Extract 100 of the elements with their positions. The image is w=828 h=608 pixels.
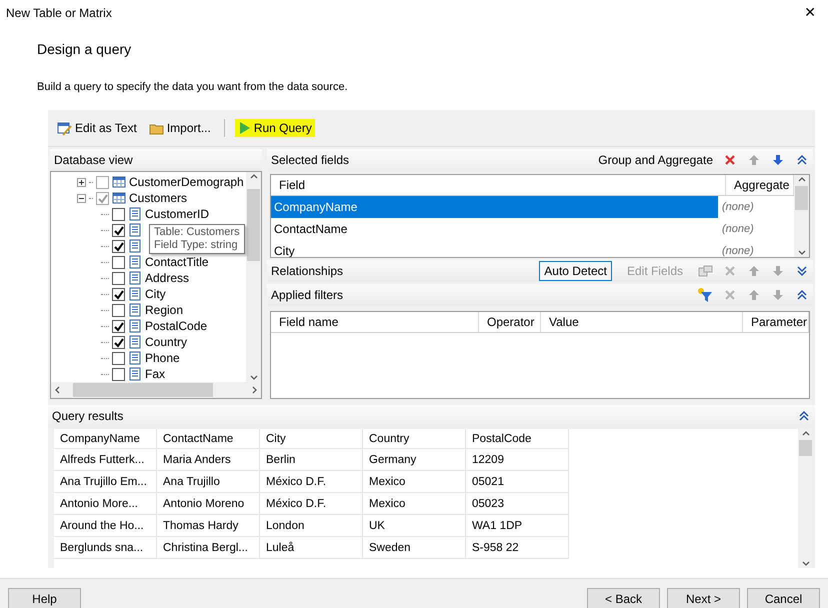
column-header[interactable]: Country — [363, 429, 466, 449]
group-aggregate-label[interactable]: Group and Aggregate — [598, 153, 713, 167]
table-cell: Berlin — [260, 449, 363, 471]
tree-item[interactable]: CustomerID — [145, 207, 210, 221]
field-icon — [128, 351, 142, 365]
checkbox[interactable] — [112, 224, 125, 236]
nav-button[interactable]: < Back — [587, 588, 660, 608]
tree-item[interactable]: Phone — [145, 351, 180, 365]
table-cell: Antonio Moreno — [157, 493, 260, 515]
scrollbar-thumb[interactable] — [73, 383, 213, 397]
scrollbar[interactable] — [246, 172, 261, 382]
scrollbar[interactable] — [51, 382, 261, 398]
column-header[interactable]: Field name — [271, 312, 479, 332]
checkbox[interactable] — [112, 272, 125, 284]
table-cell: Germany — [363, 449, 466, 471]
field-icon — [128, 367, 142, 381]
page-description: Build a query to specify the data you want from the data source. — [37, 81, 349, 93]
scroll-right-icon — [250, 384, 259, 396]
checkbox[interactable] — [112, 320, 125, 332]
checkbox[interactable] — [112, 352, 125, 364]
filter-icon — [697, 287, 713, 303]
scrollbar[interactable] — [794, 175, 809, 257]
column-header[interactable]: ContactName — [157, 429, 260, 449]
field-icon — [128, 287, 142, 301]
checkbox[interactable] — [112, 336, 125, 348]
column-header[interactable]: Parameter — [743, 312, 809, 332]
tree-item[interactable]: City — [145, 287, 166, 301]
tree-item[interactable]: ContactTitle — [145, 255, 209, 269]
check-icon — [112, 288, 124, 300]
field-icon — [128, 239, 142, 253]
toolbar-button[interactable]: Edit as Text — [54, 118, 140, 138]
table-cell[interactable]: ContactName — [271, 218, 718, 240]
collapse-toggle[interactable] — [77, 194, 86, 202]
close-button[interactable]: ✕ — [798, 5, 822, 21]
table-icon — [112, 191, 126, 205]
table-cell: Berglunds sna... — [54, 537, 157, 559]
field-icon — [128, 271, 142, 285]
table-cell: 05021 — [466, 471, 569, 493]
scrollbar-thumb[interactable] — [795, 186, 808, 210]
tree-item[interactable]: Customers — [129, 191, 188, 205]
up-arrow-icon — [747, 264, 761, 278]
tree-item[interactable]: Address — [145, 271, 190, 285]
table-cell: Thomas Hardy — [157, 515, 260, 537]
tree-item[interactable]: CustomerDemograph — [129, 175, 244, 189]
field-icon — [128, 255, 142, 269]
column-header[interactable]: Operator — [479, 312, 541, 332]
tree-item[interactable]: Country — [145, 335, 188, 349]
table-cell: 05023 — [466, 493, 569, 515]
column-header[interactable]: CompanyName — [54, 429, 157, 449]
delete-icon — [723, 264, 737, 278]
scroll-down-icon — [248, 373, 260, 382]
check-icon — [112, 224, 124, 236]
field-icon — [128, 319, 142, 333]
check-icon — [96, 192, 108, 204]
table-cell[interactable]: CompanyName — [271, 196, 718, 218]
panel-title: Query results — [52, 409, 124, 423]
checkbox[interactable] — [112, 288, 125, 300]
table-cell: Antonio More... — [54, 493, 157, 515]
checkbox[interactable] — [112, 368, 125, 380]
table-cell[interactable]: (none) — [718, 223, 794, 235]
panel-title: Applied filters — [271, 288, 344, 302]
checkbox[interactable] — [96, 192, 109, 204]
checkbox[interactable] — [112, 304, 125, 316]
checkbox[interactable] — [96, 176, 109, 188]
scrollbar-thumb[interactable] — [799, 440, 812, 456]
nav-button[interactable]: Next > — [667, 588, 740, 608]
column-header[interactable]: PostalCode — [466, 429, 569, 449]
edit-icon — [57, 120, 72, 136]
tree-item[interactable]: Fax — [145, 367, 166, 381]
table-cell[interactable]: (none) — [718, 201, 794, 213]
toolbar-button[interactable]: Import... — [146, 118, 214, 138]
toolbar-button[interactable]: Auto Detect — [539, 261, 612, 281]
down-arrow-icon — [771, 264, 785, 278]
help-button[interactable]: Help — [8, 588, 81, 608]
panel-title: Relationships — [271, 264, 344, 278]
up-arrow-icon — [747, 288, 761, 302]
down-arrow-icon — [771, 153, 785, 167]
toolbar-button[interactable]: Run Query — [234, 119, 315, 137]
tree-item[interactable]: PostalCode — [145, 319, 208, 333]
checkbox[interactable] — [112, 240, 125, 252]
checkbox[interactable] — [112, 256, 125, 268]
column-header[interactable]: City — [260, 429, 363, 449]
checkbox[interactable] — [112, 208, 125, 220]
expand-toggle[interactable] — [77, 178, 86, 186]
delete-icon — [723, 153, 737, 167]
tree-item[interactable]: Region — [145, 303, 184, 317]
column-header[interactable]: Field — [271, 175, 726, 195]
scrollbar[interactable] — [798, 429, 813, 568]
table-cell: México D.F. — [260, 471, 363, 493]
scroll-down-icon — [796, 248, 808, 257]
table-cell[interactable]: (none) — [718, 245, 794, 257]
window-title: New Table or Matrix — [6, 6, 112, 20]
scrollbar-thumb[interactable] — [247, 189, 260, 261]
nav-button[interactable]: Cancel — [747, 588, 820, 608]
check-icon — [112, 240, 124, 252]
table-icon — [112, 175, 126, 189]
field-icon — [128, 207, 142, 221]
table-cell: México D.F. — [260, 493, 363, 515]
tooltip: Table: Customers Field Type: string — [149, 224, 245, 254]
column-header[interactable]: Value — [541, 312, 743, 332]
